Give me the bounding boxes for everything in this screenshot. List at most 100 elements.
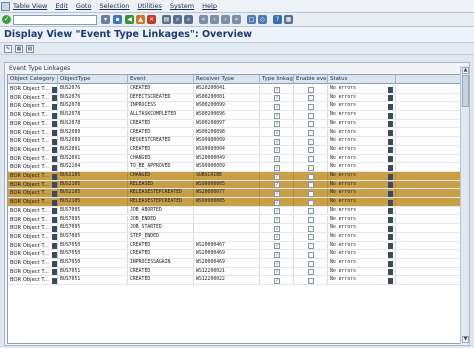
table-row[interactable]: BOR Object T... BUS2091CREATEDWS99900004 N… — [8, 145, 460, 155]
value-help-icon[interactable] — [52, 269, 57, 276]
object-type-cell[interactable]: BUS2105 — [58, 172, 128, 180]
column-header-status[interactable]: Status — [328, 75, 396, 84]
object-category-cell[interactable]: BOR Object T... — [8, 154, 58, 163]
status-cell[interactable]: No errors — [328, 85, 396, 93]
value-help-icon[interactable] — [52, 225, 57, 232]
menu-item-utilities[interactable]: Utilities — [137, 0, 161, 13]
status-cell[interactable]: No errors — [328, 267, 396, 276]
enable-event-checkbox[interactable] — [308, 217, 314, 223]
value-help-icon[interactable] — [52, 86, 57, 93]
menu-item-system[interactable]: System — [170, 0, 194, 13]
table-row[interactable]: BOR Object T... BUS7051CREATEDWS12200022 N… — [8, 276, 460, 286]
event-cell[interactable]: CREATED — [128, 119, 194, 128]
event-cell[interactable]: CREATED — [128, 250, 194, 258]
receiver-type-cell[interactable]: WS00200096 — [194, 111, 260, 119]
status-cell[interactable]: No errors — [328, 172, 396, 180]
enable-event-checkbox[interactable] — [308, 112, 314, 119]
type-linkage-checkbox[interactable] — [274, 181, 280, 188]
object-category-cell[interactable]: BOR Object T... — [8, 250, 58, 258]
enable-event-checkbox[interactable] — [308, 251, 314, 258]
type-linkage-checkbox[interactable] — [274, 268, 280, 275]
status-cell[interactable]: No errors — [328, 180, 396, 189]
table-row[interactable]: BOR Object T... BUS2089 REQUESTCREATED WS99… — [8, 137, 460, 146]
menu-item-selection[interactable]: Selection — [99, 0, 129, 13]
value-help-icon[interactable] — [52, 164, 57, 171]
type-linkage-checkbox[interactable] — [274, 103, 280, 110]
vertical-scrollbar[interactable]: ▲ ▼ — [460, 66, 469, 344]
enable-event-checkbox[interactable] — [308, 138, 314, 145]
value-help-icon[interactable] — [52, 138, 57, 145]
status-dropdown-icon[interactable] — [388, 130, 393, 136]
value-help-icon[interactable] — [52, 103, 57, 110]
receiver-type-cell[interactable]: WS12200022 — [194, 276, 260, 285]
column-header-type-linkage[interactable]: Type linkag — [260, 75, 294, 84]
object-category-cell[interactable]: BOR Object T... — [8, 259, 58, 267]
receiver-type-cell[interactable] — [194, 215, 260, 224]
table-row[interactable]: BOR Object T... BUS7050CREATEDWS20000467 N… — [8, 241, 460, 251]
table-row[interactable]: BOR Object T... BUS7050CREATEDWS20000469 N… — [8, 250, 460, 259]
find-next-icon[interactable]: ⌕ — [184, 15, 193, 24]
object-type-cell[interactable]: BUS7050 — [58, 241, 128, 250]
object-type-cell[interactable]: BUS2091 — [58, 154, 128, 163]
object-type-cell[interactable]: BUS2105 — [58, 189, 128, 198]
object-category-cell[interactable]: BOR Object T... — [8, 232, 58, 241]
type-linkage-checkbox[interactable] — [274, 260, 280, 267]
event-cell[interactable]: RELEASESTEPCREATED — [128, 198, 194, 206]
object-type-cell[interactable]: BUS7051 — [58, 276, 128, 285]
value-help-icon[interactable] — [52, 208, 57, 215]
object-type-cell[interactable]: BUS7005 — [58, 224, 128, 232]
receiver-type-cell[interactable]: WS20000469 — [194, 259, 260, 267]
object-category-cell[interactable]: BOR Object T... — [8, 180, 58, 189]
object-category-cell[interactable]: BOR Object T... — [8, 241, 58, 250]
value-help-icon[interactable] — [52, 95, 57, 102]
receiver-type-cell[interactable]: WS00200097 — [194, 119, 260, 128]
status-cell[interactable]: No errors — [328, 250, 396, 258]
help-icon[interactable]: ? — [273, 15, 282, 24]
status-cell[interactable]: No errors — [328, 206, 396, 215]
value-help-icon[interactable] — [52, 199, 57, 206]
status-cell[interactable]: No errors — [328, 276, 396, 285]
sap-window-icon[interactable] — [1, 2, 10, 11]
type-linkage-checkbox[interactable] — [274, 146, 280, 154]
type-linkage-checkbox[interactable] — [274, 155, 280, 162]
event-cell[interactable]: CHANGED — [128, 172, 194, 180]
object-type-cell[interactable]: BUS7051 — [58, 267, 128, 276]
value-help-icon[interactable] — [52, 260, 57, 267]
status-dropdown-icon[interactable] — [388, 199, 393, 206]
event-cell[interactable]: CREATED — [128, 241, 194, 250]
value-help-icon[interactable] — [52, 173, 57, 180]
type-linkage-checkbox[interactable] — [274, 242, 280, 249]
table-row[interactable]: BOR Object T... BUS7050 INPROCESSAGAIN WS20… — [8, 259, 460, 268]
status-cell[interactable]: No errors — [328, 145, 396, 154]
enable-event-checkbox[interactable] — [308, 199, 314, 206]
menu-item-help[interactable]: Help — [202, 0, 217, 13]
object-type-cell[interactable]: BUS7050 — [58, 259, 128, 267]
column-header-object-type[interactable]: ObjectType — [58, 75, 128, 84]
table-row[interactable]: BOR Object T... BUS2105 RELEASED WS99900005… — [8, 180, 460, 190]
receiver-type-cell[interactable] — [194, 206, 260, 215]
event-cell[interactable]: ALLTASKCOMPLETED — [128, 111, 194, 119]
type-linkage-checkbox[interactable] — [274, 199, 280, 206]
table-row[interactable]: BOR Object T... BUS7005STEP_ENDED No error… — [8, 232, 460, 242]
enable-event-checkbox[interactable] — [308, 260, 314, 267]
object-type-cell[interactable]: BUS2105 — [58, 198, 128, 206]
status-cell[interactable]: No errors — [328, 111, 396, 119]
status-dropdown-icon[interactable] — [388, 103, 393, 110]
object-category-cell[interactable]: BOR Object T... — [8, 276, 58, 285]
value-help-icon[interactable] — [52, 217, 57, 223]
enable-event-checkbox[interactable] — [308, 147, 314, 154]
object-category-cell[interactable]: BOR Object T... — [8, 267, 58, 276]
event-cell[interactable]: RELEASED — [128, 180, 194, 189]
object-category-cell[interactable]: BOR Object T... — [8, 111, 58, 119]
table-row[interactable]: BOR Object T... BUS2105 RELEASESTEPCREATED… — [8, 189, 460, 199]
table-row[interactable]: BOR Object T... BUS2091CHANGEDWS20000049 N… — [8, 154, 460, 164]
dropdown-icon[interactable]: ▾ — [101, 15, 110, 24]
event-cell[interactable]: JOB_STARTED — [128, 224, 194, 232]
column-header-enable-event[interactable]: Enable eve — [294, 75, 328, 84]
status-dropdown-icon[interactable] — [388, 260, 393, 267]
status-dropdown-icon[interactable] — [388, 234, 393, 241]
enable-event-checkbox[interactable] — [308, 208, 314, 215]
status-dropdown-icon[interactable] — [388, 225, 393, 232]
receiver-type-cell[interactable]: WS00200001 — [194, 93, 260, 102]
status-cell[interactable]: No errors — [328, 137, 396, 145]
